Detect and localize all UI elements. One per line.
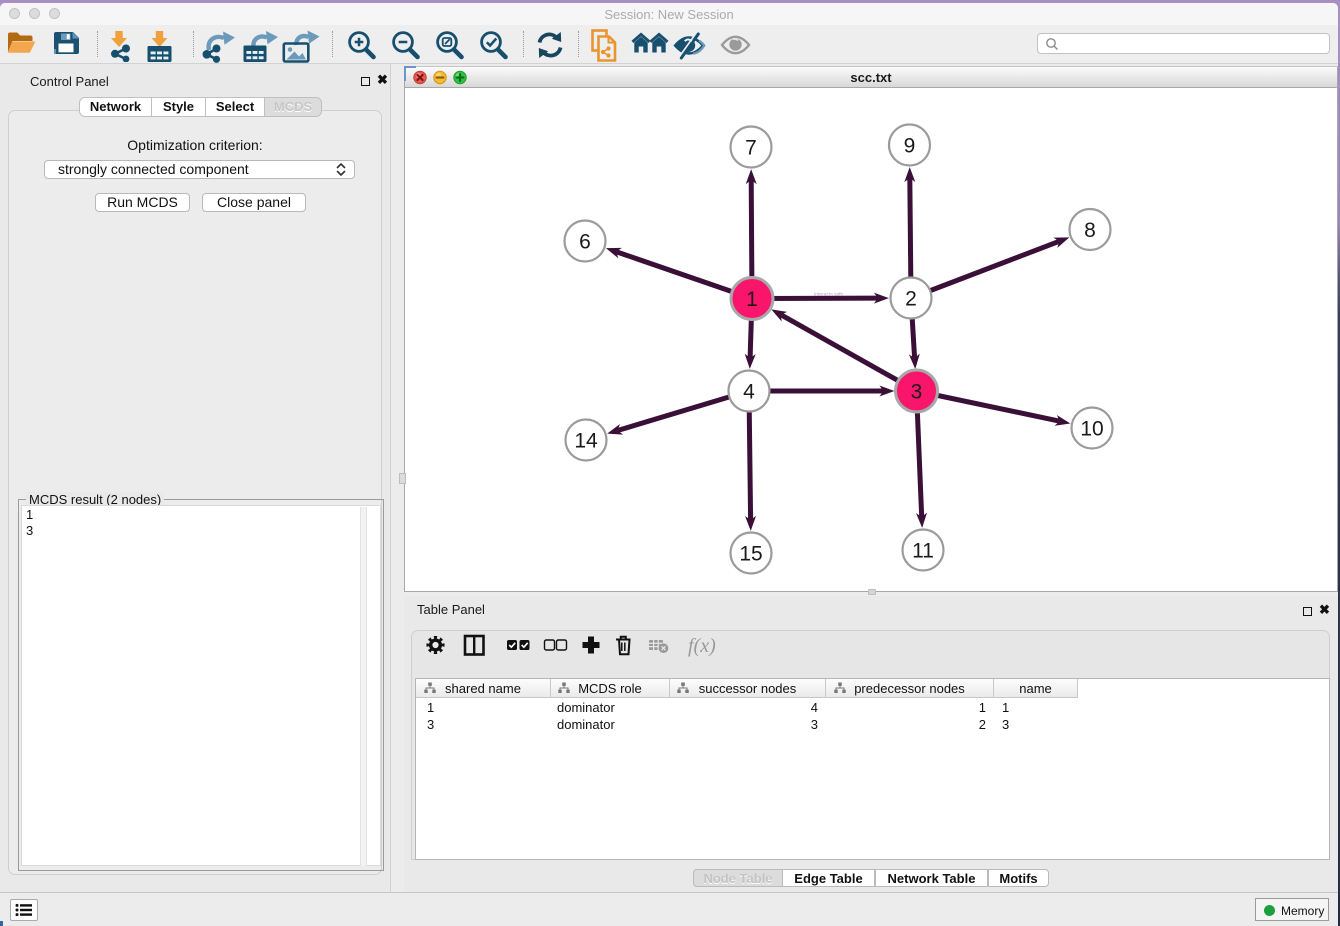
svg-text:3: 3 <box>911 381 923 404</box>
svg-text:8: 8 <box>1084 219 1096 242</box>
svg-text:9: 9 <box>904 135 916 158</box>
svg-text:interacts with: interacts with <box>814 292 843 298</box>
svg-text:15: 15 <box>739 543 762 566</box>
svg-text:7: 7 <box>745 137 757 160</box>
svg-text:4: 4 <box>743 381 755 404</box>
svg-text:1: 1 <box>746 288 758 311</box>
svg-text:f(x): f(x) <box>688 635 716 657</box>
svg-text:11: 11 <box>912 540 934 563</box>
svg-text:14: 14 <box>574 430 598 453</box>
svg-text:10: 10 <box>1080 418 1103 441</box>
svg-text:6: 6 <box>579 231 591 254</box>
svg-text:2: 2 <box>905 288 917 311</box>
